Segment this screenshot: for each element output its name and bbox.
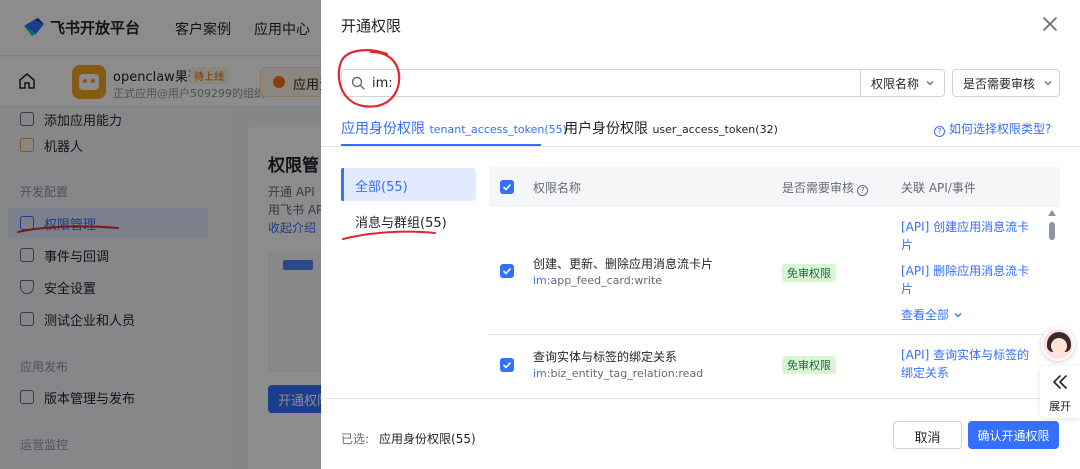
filter-label: 权限名称	[871, 77, 920, 91]
tab-label: 用户身份权限	[564, 121, 648, 137]
drawer-title: 开通权限	[341, 17, 402, 35]
scope-prefix: im	[533, 274, 547, 287]
chevron-down-icon	[954, 313, 962, 318]
table-header: 权限名称 是否需要审核? 关联 API/事件	[489, 167, 1060, 207]
permission-code: im:biz_entity_tag_relation:read	[533, 367, 703, 380]
status-badge: 免审权限	[782, 356, 836, 374]
modal-overlay[interactable]	[0, 0, 321, 469]
header-related-api: 关联 API/事件	[901, 181, 976, 195]
category-all[interactable]: 全部(55)	[341, 168, 476, 201]
api-link[interactable]: [API] 查询实体与标签的绑定关系	[901, 346, 1041, 382]
permissions-table: 权限名称 是否需要审核? 关联 API/事件 创建、更新、删除应用消息流卡片 i…	[489, 167, 1060, 395]
review-required-filter[interactable]: 是否需要审核	[952, 69, 1060, 97]
question-icon: ?	[934, 126, 945, 137]
scroll-up-arrow-icon[interactable]	[1048, 210, 1056, 216]
confirm-open-button[interactable]: 确认开通权限	[968, 421, 1059, 449]
category-label: 全部(55)	[355, 180, 408, 195]
question-icon[interactable]: ?	[857, 185, 869, 196]
expand-label: 展开	[1049, 400, 1071, 413]
row-checkbox[interactable]	[500, 358, 514, 372]
header-review-required: 是否需要审核?	[782, 179, 869, 196]
tab-user-identity[interactable]: 用户身份权限 user_access_token(32)	[564, 118, 778, 138]
header-label: 是否需要审核	[782, 181, 855, 195]
chevron-down-icon	[926, 81, 934, 86]
tab-label: 应用身份权限	[341, 121, 425, 137]
close-icon[interactable]	[1041, 15, 1059, 33]
tab-count: (32)	[755, 123, 778, 136]
search-input[interactable]	[372, 74, 852, 92]
table-row: 创建、更新、删除应用消息流卡片 im:app_feed_card:write 免…	[489, 207, 1060, 335]
tab-app-identity[interactable]: 应用身份权限 tenant_access_token(55)	[341, 118, 567, 138]
table-row: 查询实体与标签的绑定关系 im:biz_entity_tag_relation:…	[489, 336, 1060, 395]
category-messages-groups[interactable]: 消息与群组(55)	[341, 204, 476, 237]
permission-code: im:app_feed_card:write	[533, 274, 662, 287]
header-permission-name: 权限名称	[533, 181, 582, 195]
scope-rest: :app_feed_card:write	[546, 274, 663, 287]
status-badge: 免审权限	[782, 264, 836, 282]
search-box	[341, 69, 861, 97]
permission-name-filter[interactable]: 权限名称	[861, 69, 945, 97]
tab-divider	[321, 146, 1080, 147]
api-link[interactable]: [API] 删除应用消息流卡片	[901, 262, 1041, 298]
view-all-link[interactable]: 查看全部	[901, 306, 963, 323]
permission-name: 查询实体与标签的绑定关系	[533, 350, 678, 364]
row-checkbox[interactable]	[500, 264, 514, 278]
chevron-down-icon	[1044, 81, 1052, 86]
table-scrollbar[interactable]	[1049, 222, 1055, 240]
scope-rest: :biz_entity_tag_relation:read	[546, 367, 704, 380]
open-permissions-drawer: 开通权限 权限名称 是否需要审核 应用身份权限 tenant_access_to…	[321, 0, 1080, 469]
api-link[interactable]: [API] 创建应用消息流卡片	[901, 218, 1041, 254]
checkmark-icon	[502, 183, 512, 191]
assistant-face-icon	[1051, 338, 1067, 354]
filter-label: 是否需要审核	[963, 77, 1036, 91]
tab-token: tenant_access_token	[429, 123, 545, 136]
expand-panel-button[interactable]: 展开	[1040, 366, 1080, 418]
tab-token: user_access_token	[652, 123, 756, 136]
checkmark-icon	[502, 267, 512, 275]
scope-prefix: im	[533, 367, 547, 380]
double-chevron-left-icon	[1052, 375, 1067, 389]
selected-value: 应用身份权限(55)	[379, 432, 476, 446]
search-icon	[351, 76, 365, 90]
assistant-avatar[interactable]	[1041, 327, 1075, 361]
view-all-label: 查看全部	[901, 308, 950, 322]
selected-label: 已选:	[341, 432, 370, 446]
permission-type-help-link[interactable]: ? 如何选择权限类型?	[934, 120, 1051, 137]
cancel-button[interactable]: 取消	[893, 421, 962, 449]
help-link-label: 如何选择权限类型?	[949, 122, 1052, 136]
footer-divider	[321, 398, 1080, 399]
category-label: 消息与群组(55)	[355, 216, 447, 231]
checkmark-icon	[502, 361, 512, 369]
selected-summary: 已选: 应用身份权限(55)	[341, 430, 476, 447]
permission-name: 创建、更新、删除应用消息流卡片	[533, 257, 714, 271]
select-all-checkbox[interactable]	[500, 180, 514, 194]
